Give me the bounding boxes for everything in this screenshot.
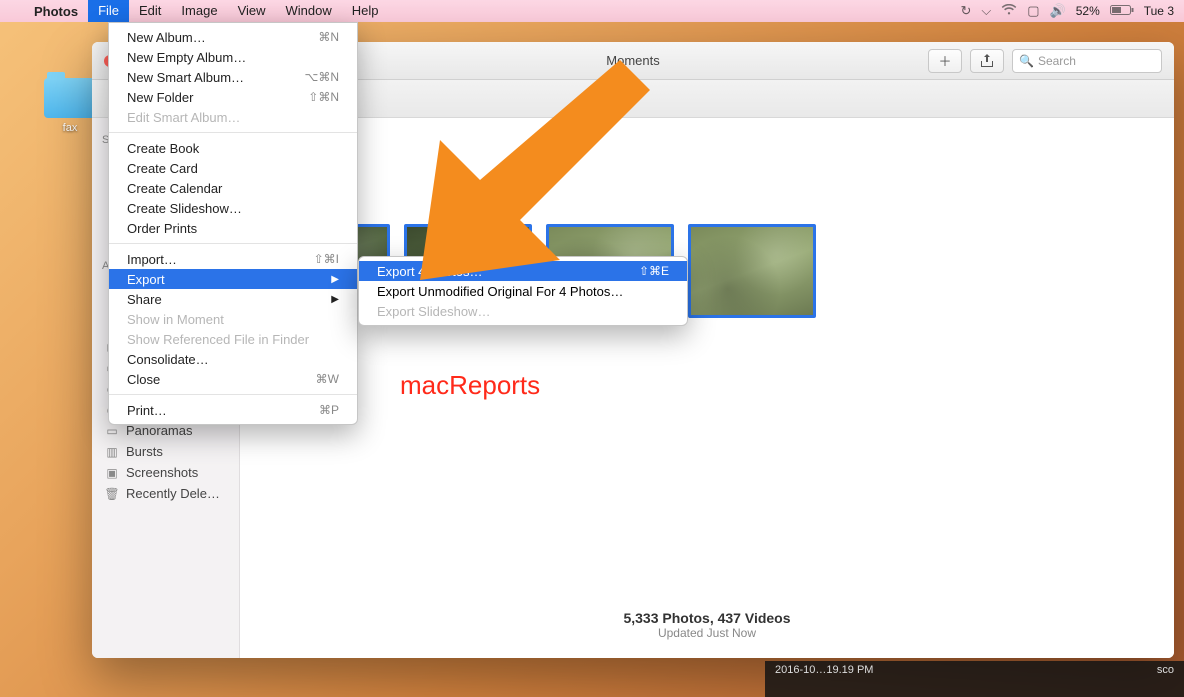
menu-print[interactable]: Print…⌘P [109,400,357,420]
sidebar-item-screenshots[interactable]: ▣ Screenshots [92,462,239,483]
notification-timestamp: 2016-10…19.19 PM [775,664,873,676]
menu-window[interactable]: Window [276,0,342,22]
sidebar-item-label: Panoramas [126,423,192,438]
submenu-export-slideshow: Export Slideshow… [359,301,687,321]
stats-count: 5,333 Photos, 437 Videos [240,610,1174,626]
menu-create-book[interactable]: Create Book [109,138,357,158]
app-name[interactable]: Photos [24,4,88,19]
sidebar-item-recently-deleted[interactable]: 🗑 Recently Dele… [92,483,239,504]
bursts-icon: ▥ [104,445,120,459]
menu-export[interactable]: Export▶ [109,269,357,289]
submenu-export-photos[interactable]: Export 4 Photos…⇧⌘E [359,261,687,281]
menu-create-slideshow[interactable]: Create Slideshow… [109,198,357,218]
search-input[interactable]: 🔍 Search [1012,49,1162,73]
menu-new-smart-album[interactable]: New Smart Album…⌥⌘N [109,67,357,87]
folder-label: fax [40,122,100,134]
desktop-folder-fax[interactable]: fax [40,78,100,134]
battery-icon[interactable] [1110,4,1134,19]
search-placeholder: Search [1038,54,1076,68]
panorama-icon: ▭ [104,424,120,438]
photo-thumbnail[interactable] [688,224,816,318]
submenu-arrow-icon: ▶ [331,274,339,285]
menu-view[interactable]: View [228,0,276,22]
submenu-arrow-icon: ▶ [331,294,339,305]
menu-bar: Photos File Edit Image View Window Help … [0,0,1184,22]
notification-banner[interactable]: 2016-10…19.19 PM sco [765,661,1184,697]
notification-right: sco [1157,664,1174,676]
menu-order-prints[interactable]: Order Prints [109,218,357,238]
menu-create-calendar[interactable]: Create Calendar [109,178,357,198]
menu-share[interactable]: Share▶ [109,289,357,309]
wifi-icon[interactable] [1001,4,1017,19]
menu-edit[interactable]: Edit [129,0,171,22]
volume-icon[interactable]: 🔊 [1050,3,1066,19]
time-machine-icon[interactable]: ↻ [960,3,971,19]
file-menu-dropdown: New Album…⌘N New Empty Album… New Smart … [108,22,358,425]
menu-image[interactable]: Image [171,0,227,22]
library-stats: 5,333 Photos, 437 Videos Updated Just No… [240,610,1174,640]
menu-show-referenced-file: Show Referenced File in Finder [109,329,357,349]
menu-clock[interactable]: Tue 3 [1144,4,1174,18]
menu-import[interactable]: Import…⇧⌘I [109,249,357,269]
annotation-watermark: macReports [400,370,540,401]
share-button[interactable] [970,49,1004,73]
bluetooth-icon[interactable]: ⌵ [981,3,991,19]
stats-updated: Updated Just Now [240,626,1174,640]
sidebar-item-label: Screenshots [126,465,198,480]
menu-close[interactable]: Close⌘W [109,369,357,389]
menu-new-empty-album[interactable]: New Empty Album… [109,47,357,67]
menu-edit-smart-album: Edit Smart Album… [109,107,357,127]
search-icon: 🔍 [1019,54,1034,68]
trash-icon: 🗑 [104,487,120,501]
sidebar-item-label: Bursts [126,444,163,459]
airplay-icon[interactable]: ▢ [1027,3,1039,19]
menu-file[interactable]: File [88,0,129,22]
menu-new-album[interactable]: New Album…⌘N [109,27,357,47]
moment-date-header[interactable]: Sep 26 〉 [262,196,1152,212]
sidebar-item-label: Recently Dele… [126,486,220,501]
menu-help[interactable]: Help [342,0,389,22]
main-content: Sep 26 〉 5,333 Photos, 437 Videos Update… [240,118,1174,658]
menu-show-in-moment: Show in Moment [109,309,357,329]
screenshots-icon: ▣ [104,466,120,480]
folder-icon [44,78,96,118]
status-icons: ↻ ⌵ ▢ 🔊 52% Tue 3 [960,3,1184,19]
submenu-export-unmodified[interactable]: Export Unmodified Original For 4 Photos… [359,281,687,301]
export-submenu: Export 4 Photos…⇧⌘E Export Unmodified Or… [358,256,688,326]
menu-new-folder[interactable]: New Folder⇧⌘N [109,87,357,107]
battery-percent[interactable]: 52% [1076,4,1100,18]
menu-consolidate[interactable]: Consolidate… [109,349,357,369]
add-button[interactable]: ＋ [928,49,962,73]
menu-create-card[interactable]: Create Card [109,158,357,178]
sidebar-item-bursts[interactable]: ▥ Bursts [92,441,239,462]
